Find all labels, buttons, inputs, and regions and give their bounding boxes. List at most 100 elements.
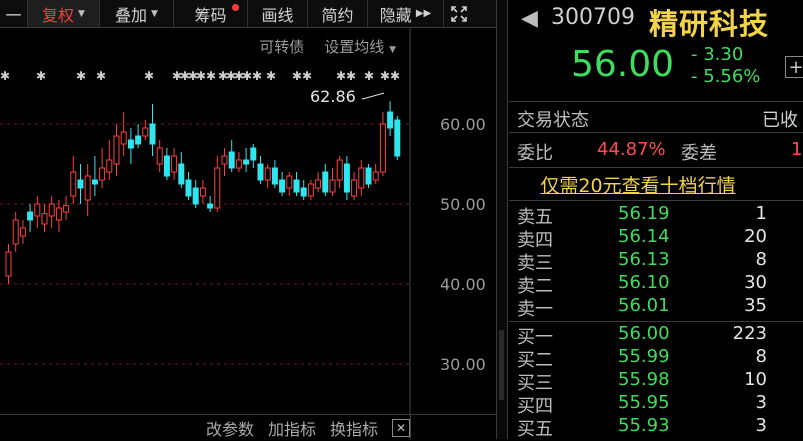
event-marker-icon[interactable]: ✱ (196, 69, 206, 83)
level-volume: 20 (744, 226, 767, 247)
candle-body (171, 155, 178, 173)
event-marker-icon[interactable]: ✱ (252, 69, 262, 83)
level-volume: 30 (744, 272, 767, 293)
chip-distribution-button[interactable]: 筹码 (174, 0, 248, 27)
kline-chart[interactable]: 可转债 设置均线 ▼ 60.00 50.00 40.00 30.00 ✱ ✱ ✱ ✱ ✱ ✱ ✱ ✱ ✱… (0, 28, 496, 414)
candle-body (343, 163, 350, 193)
event-marker-icon[interactable]: ✱ (390, 69, 400, 83)
scrollbar[interactable] (499, 330, 504, 400)
event-marker-icon[interactable]: ✱ (302, 69, 312, 83)
level-volume: 3 (755, 415, 767, 436)
candle-body (5, 251, 12, 277)
level-price: 56.13 (618, 249, 670, 270)
candle-body (387, 111, 394, 129)
candle-body (250, 147, 257, 161)
candle-body (329, 179, 336, 193)
level-volume: 8 (755, 346, 767, 367)
bid-row[interactable]: 买三 55.98 10 (509, 369, 803, 394)
chart-top-links: 可转债 设置均线 ▼ (259, 36, 396, 57)
candle-body (77, 179, 84, 189)
candle-body (91, 179, 98, 185)
ma-settings-link[interactable]: 设置均线 ▼ (324, 36, 396, 57)
candle-body (19, 227, 26, 237)
promo-text: 仅需20元查看十档行情 (540, 174, 736, 197)
adjust-price-dropdown[interactable]: 复权 ▼ (28, 0, 100, 27)
candle-body (307, 183, 314, 197)
convertible-bond-link[interactable]: 可转债 (259, 36, 304, 57)
adjust-price-label: 复权 (42, 5, 75, 25)
candle-body (207, 203, 214, 209)
event-marker-icon[interactable]: ✱ (346, 69, 356, 83)
candle-body (142, 127, 149, 137)
level-price: 56.01 (618, 295, 670, 316)
trading-state-label: 交易状态 (517, 110, 589, 131)
event-marker-icon[interactable]: ✱ (36, 69, 46, 83)
candle-body (315, 179, 322, 189)
level-label: 买五 (517, 419, 553, 440)
fullscreen-icon (451, 5, 467, 22)
caret-down-icon: ▼ (151, 8, 158, 19)
event-marker-icon[interactable]: ✱ (242, 69, 252, 83)
indicator-bar: 改参数 加指标 换指标 ✕ (0, 414, 496, 440)
high-price-label: 62.86 (310, 87, 356, 106)
level-volume: 3 (755, 392, 767, 413)
simple-mode-button[interactable]: 简约 (308, 0, 368, 27)
candle-body (358, 167, 365, 189)
order-ratio-row: 委比 44.87% 委差 1 (509, 133, 803, 168)
candle-body (286, 175, 293, 189)
edit-params-button[interactable]: 改参数 (206, 416, 254, 440)
candle-body (243, 159, 250, 165)
overlay-button[interactable]: 叠加 ▼ (100, 0, 174, 27)
event-marker-icon[interactable]: ✱ (364, 69, 374, 83)
notification-dot-icon (232, 4, 239, 11)
event-marker-icon[interactable]: ✱ (380, 69, 390, 83)
switch-indicator-button[interactable]: 换指标 (330, 416, 378, 440)
price-change: - 3.30 (691, 44, 744, 65)
candle-body (379, 123, 386, 173)
event-marker-icon[interactable]: ✱ (266, 69, 276, 83)
event-marker-icon[interactable]: ✱ (336, 69, 346, 83)
bid-row[interactable]: 买五 55.93 3 (509, 415, 803, 440)
high-marker-arrow-icon (361, 92, 385, 100)
close-icon[interactable]: ✕ (392, 418, 410, 437)
level-price: 56.19 (618, 203, 670, 224)
ask-row[interactable]: 卖三 56.13 8 (509, 249, 803, 274)
level2-promo-link[interactable]: 仅需20元查看十档行情 (509, 168, 803, 201)
caret-down-icon: ▼ (389, 45, 396, 55)
ask-row[interactable]: 卖五 56.19 1 (509, 203, 803, 228)
bid-row[interactable]: 买一 56.00 223 (509, 323, 803, 348)
hide-button[interactable]: 隐藏 ▶▶ (368, 0, 444, 27)
event-marker-icon[interactable]: ✱ (292, 69, 302, 83)
candle-body (271, 167, 278, 185)
candle-body (12, 219, 19, 245)
period-dash-button[interactable]: 一 (0, 0, 28, 27)
fullscreen-button[interactable] (444, 0, 474, 27)
candle-body (63, 205, 70, 213)
candle-body (99, 167, 106, 181)
add-watchlist-icon[interactable]: + (785, 56, 803, 78)
event-marker-icon[interactable]: ✱ (96, 69, 106, 83)
event-marker-icon[interactable]: ✱ (144, 69, 154, 83)
event-marker-icon[interactable]: ✱ (206, 69, 216, 83)
add-indicator-button[interactable]: 加指标 (268, 416, 316, 440)
order-diff-value: 1 (791, 139, 803, 160)
back-arrow-icon[interactable]: ◀ (521, 6, 538, 31)
candle-body (351, 179, 358, 197)
event-marker-icon[interactable]: ✱ (0, 69, 10, 83)
draw-line-button[interactable]: 画线 (248, 0, 308, 27)
candle-body (149, 123, 156, 145)
ask-row[interactable]: 卖四 56.14 20 (509, 226, 803, 251)
event-marker-icon[interactable]: ✱ (76, 69, 86, 83)
order-diff-label: 委差 (681, 143, 717, 164)
trading-state-row: 交易状态 已收 (509, 101, 803, 133)
quote-panel: ◀ 300709 精研科技 56.00 - 3.30 - 5.56% + 交易状… (509, 0, 803, 440)
candle-body (27, 211, 34, 221)
candle-body (372, 171, 379, 181)
bid-row[interactable]: 买二 55.99 8 (509, 346, 803, 371)
bid-row[interactable]: 买四 55.95 3 (509, 392, 803, 417)
candle-body (192, 187, 199, 205)
ask-row[interactable]: 卖一 56.01 35 (509, 295, 803, 320)
candle-body (84, 175, 91, 201)
candle-body (135, 135, 142, 145)
ask-row[interactable]: 卖二 56.10 30 (509, 272, 803, 297)
